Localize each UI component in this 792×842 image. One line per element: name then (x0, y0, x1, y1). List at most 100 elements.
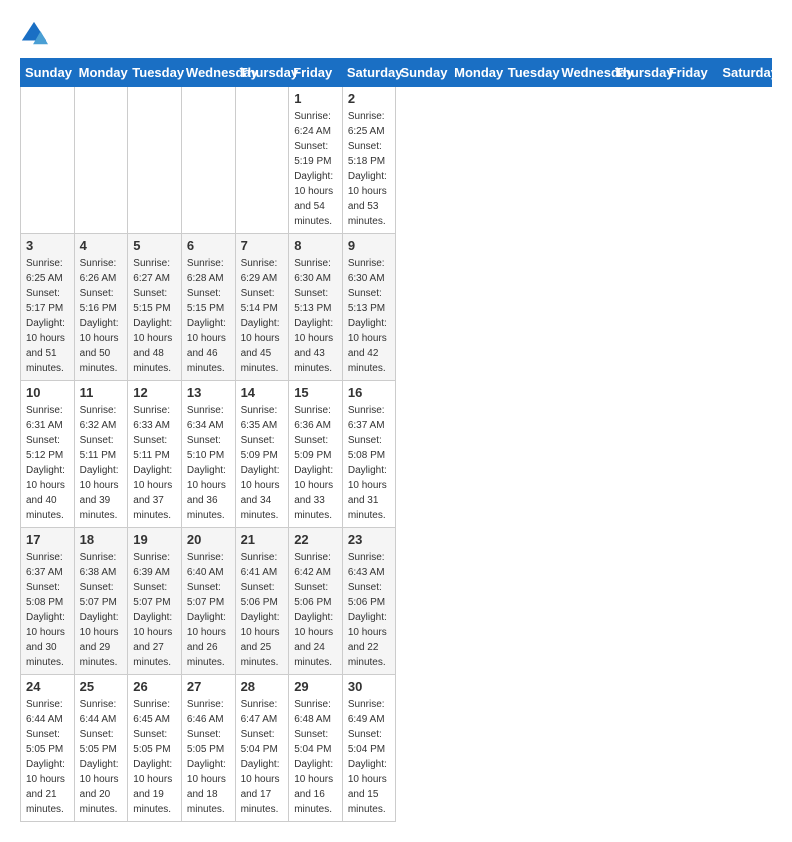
header-friday: Friday (289, 59, 343, 87)
day-number: 25 (80, 679, 123, 694)
day-cell: 3 Sunrise: 6:25 AM Sunset: 5:17 PM Daylig… (21, 234, 75, 381)
day-info: Sunrise: 6:34 AM Sunset: 5:10 PM Dayligh… (187, 403, 230, 523)
day-cell (235, 87, 289, 234)
day-cell: 2 Sunrise: 6:25 AM Sunset: 5:18 PM Daylig… (342, 87, 396, 234)
day-info: Sunrise: 6:32 AM Sunset: 5:11 PM Dayligh… (80, 403, 123, 523)
logo-icon (20, 20, 48, 48)
day-number: 17 (26, 532, 69, 547)
day-number: 26 (133, 679, 176, 694)
day-info: Sunrise: 6:25 AM Sunset: 5:17 PM Dayligh… (26, 256, 69, 376)
day-info: Sunrise: 6:44 AM Sunset: 5:05 PM Dayligh… (26, 697, 69, 817)
logo (20, 20, 52, 48)
day-number: 3 (26, 238, 69, 253)
day-number: 22 (294, 532, 337, 547)
day-number: 18 (80, 532, 123, 547)
week-row-4: 17 Sunrise: 6:37 AM Sunset: 5:08 PM Dayli… (21, 528, 772, 675)
day-cell: 25 Sunrise: 6:44 AM Sunset: 5:05 PM Dayli… (74, 675, 128, 822)
header-wednesday: Wednesday (557, 59, 611, 87)
day-cell: 21 Sunrise: 6:41 AM Sunset: 5:06 PM Dayli… (235, 528, 289, 675)
day-info: Sunrise: 6:49 AM Sunset: 5:04 PM Dayligh… (348, 697, 391, 817)
header-wednesday: Wednesday (181, 59, 235, 87)
day-cell (128, 87, 182, 234)
header-saturday: Saturday (342, 59, 396, 87)
day-number: 29 (294, 679, 337, 694)
header-thursday: Thursday (611, 59, 665, 87)
day-cell: 20Sunrise: 6:40 AM Sunset: 5:07 PM Dayli… (181, 528, 235, 675)
day-number: 6 (187, 238, 230, 253)
day-number: 12 (133, 385, 176, 400)
day-info: Sunrise: 6:37 AM Sunset: 5:08 PM Dayligh… (26, 550, 69, 670)
day-cell: 28 Sunrise: 6:47 AM Sunset: 5:04 PM Dayli… (235, 675, 289, 822)
day-info: Sunrise: 6:30 AM Sunset: 5:13 PM Dayligh… (294, 256, 337, 376)
day-cell: 8 Sunrise: 6:30 AM Sunset: 5:13 PM Daylig… (289, 234, 343, 381)
page-header (20, 20, 772, 48)
day-cell: 18Sunrise: 6:38 AM Sunset: 5:07 PM Dayli… (74, 528, 128, 675)
day-info: Sunrise: 6:26 AM Sunset: 5:16 PM Dayligh… (80, 256, 123, 376)
day-number: 27 (187, 679, 230, 694)
week-row-3: 10 Sunrise: 6:31 AM Sunset: 5:12 PM Dayli… (21, 381, 772, 528)
day-number: 16 (348, 385, 391, 400)
day-cell: 15Sunrise: 6:36 AM Sunset: 5:09 PM Dayli… (289, 381, 343, 528)
day-number: 28 (241, 679, 284, 694)
day-info: Sunrise: 6:30 AM Sunset: 5:13 PM Dayligh… (348, 256, 391, 376)
day-cell: 12 Sunrise: 6:33 AM Sunset: 5:11 PM Dayli… (128, 381, 182, 528)
day-number: 11 (80, 385, 123, 400)
week-row-2: 3 Sunrise: 6:25 AM Sunset: 5:17 PM Daylig… (21, 234, 772, 381)
day-info: Sunrise: 6:24 AM Sunset: 5:19 PM Dayligh… (294, 109, 337, 229)
day-info: Sunrise: 6:42 AM Sunset: 5:06 PM Dayligh… (294, 550, 337, 670)
header-monday: Monday (450, 59, 504, 87)
day-number: 1 (294, 91, 337, 106)
header-tuesday: Tuesday (128, 59, 182, 87)
week-row-5: 24 Sunrise: 6:44 AM Sunset: 5:05 PM Dayli… (21, 675, 772, 822)
header-sunday: Sunday (21, 59, 75, 87)
day-info: Sunrise: 6:33 AM Sunset: 5:11 PM Dayligh… (133, 403, 176, 523)
day-number: 15 (294, 385, 337, 400)
day-cell: 22 Sunrise: 6:42 AM Sunset: 5:06 PM Dayli… (289, 528, 343, 675)
header-friday: Friday (664, 59, 718, 87)
day-number: 8 (294, 238, 337, 253)
day-cell: 4Sunrise: 6:26 AM Sunset: 5:16 PM Daylig… (74, 234, 128, 381)
day-info: Sunrise: 6:40 AM Sunset: 5:07 PM Dayligh… (187, 550, 230, 670)
day-info: Sunrise: 6:31 AM Sunset: 5:12 PM Dayligh… (26, 403, 69, 523)
day-cell (21, 87, 75, 234)
calendar-table: SundayMondayTuesdayWednesdayThursdayFrid… (20, 58, 772, 822)
day-number: 2 (348, 91, 391, 106)
day-info: Sunrise: 6:47 AM Sunset: 5:04 PM Dayligh… (241, 697, 284, 817)
day-info: Sunrise: 6:28 AM Sunset: 5:15 PM Dayligh… (187, 256, 230, 376)
day-number: 9 (348, 238, 391, 253)
day-info: Sunrise: 6:37 AM Sunset: 5:08 PM Dayligh… (348, 403, 391, 523)
day-cell: 27 Sunrise: 6:46 AM Sunset: 5:05 PM Dayli… (181, 675, 235, 822)
day-cell: 10 Sunrise: 6:31 AM Sunset: 5:12 PM Dayli… (21, 381, 75, 528)
day-info: Sunrise: 6:41 AM Sunset: 5:06 PM Dayligh… (241, 550, 284, 670)
day-info: Sunrise: 6:25 AM Sunset: 5:18 PM Dayligh… (348, 109, 391, 229)
day-number: 5 (133, 238, 176, 253)
day-cell: 16 Sunrise: 6:37 AM Sunset: 5:08 PM Dayli… (342, 381, 396, 528)
day-cell: 19Sunrise: 6:39 AM Sunset: 5:07 PM Dayli… (128, 528, 182, 675)
day-number: 13 (187, 385, 230, 400)
day-cell: 29 Sunrise: 6:48 AM Sunset: 5:04 PM Dayli… (289, 675, 343, 822)
day-cell: 1 Sunrise: 6:24 AM Sunset: 5:19 PM Daylig… (289, 87, 343, 234)
header-tuesday: Tuesday (503, 59, 557, 87)
day-cell: 11 Sunrise: 6:32 AM Sunset: 5:11 PM Dayli… (74, 381, 128, 528)
day-cell: 14Sunrise: 6:35 AM Sunset: 5:09 PM Dayli… (235, 381, 289, 528)
day-number: 24 (26, 679, 69, 694)
day-number: 21 (241, 532, 284, 547)
day-info: Sunrise: 6:44 AM Sunset: 5:05 PM Dayligh… (80, 697, 123, 817)
day-cell: 24 Sunrise: 6:44 AM Sunset: 5:05 PM Dayli… (21, 675, 75, 822)
calendar-header-row: SundayMondayTuesdayWednesdayThursdayFrid… (21, 59, 772, 87)
day-info: Sunrise: 6:39 AM Sunset: 5:07 PM Dayligh… (133, 550, 176, 670)
day-cell: 9 Sunrise: 6:30 AM Sunset: 5:13 PM Daylig… (342, 234, 396, 381)
day-number: 7 (241, 238, 284, 253)
day-info: Sunrise: 6:46 AM Sunset: 5:05 PM Dayligh… (187, 697, 230, 817)
day-cell (74, 87, 128, 234)
day-cell: 13 Sunrise: 6:34 AM Sunset: 5:10 PM Dayli… (181, 381, 235, 528)
header-saturday: Saturday (718, 59, 772, 87)
day-cell: 30 Sunrise: 6:49 AM Sunset: 5:04 PM Dayli… (342, 675, 396, 822)
day-info: Sunrise: 6:48 AM Sunset: 5:04 PM Dayligh… (294, 697, 337, 817)
day-number: 14 (241, 385, 284, 400)
day-number: 30 (348, 679, 391, 694)
header-thursday: Thursday (235, 59, 289, 87)
day-cell: 6 Sunrise: 6:28 AM Sunset: 5:15 PM Daylig… (181, 234, 235, 381)
day-number: 10 (26, 385, 69, 400)
day-cell: 26Sunrise: 6:45 AM Sunset: 5:05 PM Dayli… (128, 675, 182, 822)
